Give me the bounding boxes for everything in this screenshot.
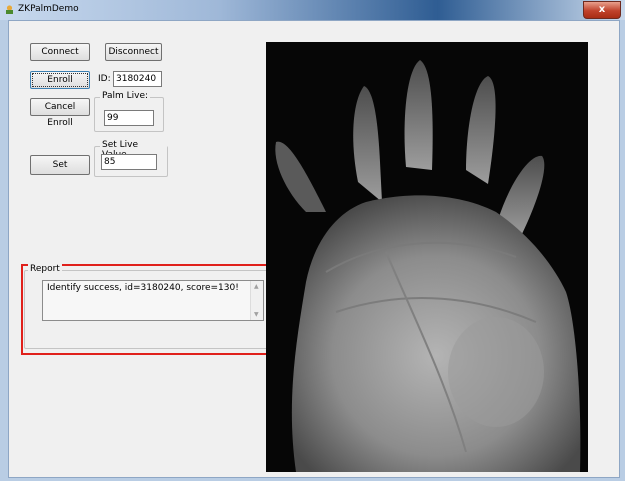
report-title: Report bbox=[28, 264, 62, 274]
scroll-down-icon[interactable]: ▼ bbox=[254, 311, 259, 318]
title-bar[interactable]: ZKPalmDemo x bbox=[0, 0, 625, 20]
palm-image bbox=[266, 42, 588, 472]
palm-live-group: Palm Live: 99 bbox=[94, 91, 164, 132]
app-window: ZKPalmDemo x Connect Disconnect Enroll I… bbox=[0, 0, 625, 481]
report-text: Identify success, id=3180240, score=130! bbox=[47, 283, 239, 293]
close-button[interactable]: x bbox=[583, 1, 621, 19]
palm-live-field: 99 bbox=[104, 110, 154, 126]
id-input[interactable]: 3180240 bbox=[113, 71, 162, 87]
report-textarea[interactable]: Identify success, id=3180240, score=130!… bbox=[42, 280, 264, 321]
set-button[interactable]: Set bbox=[30, 155, 90, 175]
report-scrollbar[interactable]: ▲ ▼ bbox=[250, 281, 263, 320]
id-label: ID: bbox=[98, 74, 111, 84]
app-icon bbox=[6, 5, 13, 14]
connect-button[interactable]: Connect bbox=[30, 43, 90, 61]
report-group: Report Identify success, id=3180240, sco… bbox=[24, 264, 269, 349]
cancel-enroll-button[interactable]: Cancel Enroll bbox=[30, 98, 90, 128]
client-area: Connect Disconnect Enroll ID: 3180240 Ca… bbox=[8, 20, 620, 478]
enroll-button[interactable]: Enroll bbox=[30, 71, 90, 89]
window-title: ZKPalmDemo bbox=[18, 4, 79, 14]
palm-live-title: Palm Live: bbox=[100, 91, 151, 101]
set-live-input[interactable]: 85 bbox=[101, 154, 157, 170]
close-icon: x bbox=[598, 4, 606, 15]
set-live-group: Set Live Value 85 bbox=[94, 140, 168, 177]
scroll-up-icon[interactable]: ▲ bbox=[254, 283, 259, 290]
palm-image-panel bbox=[266, 42, 588, 472]
disconnect-button[interactable]: Disconnect bbox=[105, 43, 162, 61]
